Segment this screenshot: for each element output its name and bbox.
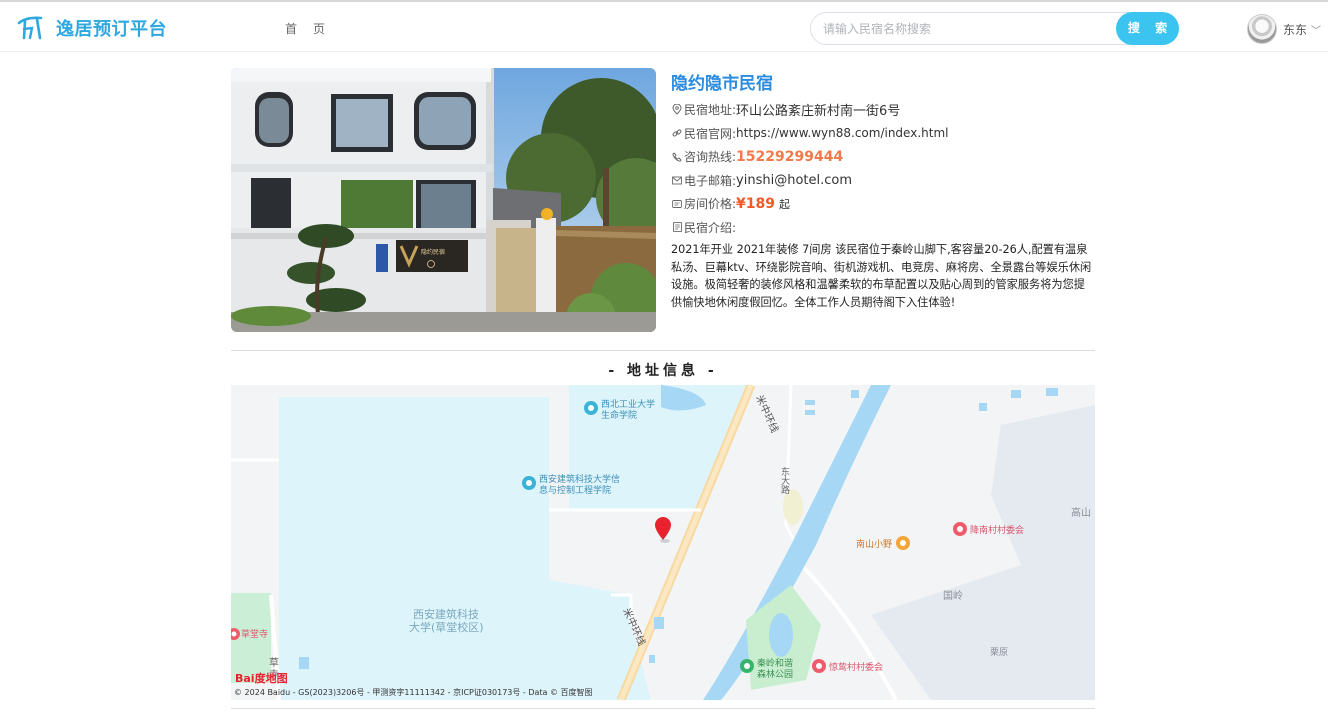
intro-label: 民宿介绍:: [684, 220, 737, 235]
price-label: 房间价格:: [684, 197, 737, 212]
chevron-down-icon[interactable]: ﹀: [1311, 22, 1321, 37]
email-label: 电子邮箱:: [684, 173, 737, 188]
map-label: 国岭: [943, 589, 963, 602]
address-value: 环山公路紊庄新村南一街6号: [736, 104, 901, 120]
user-name[interactable]: 东东: [1283, 21, 1307, 38]
mail-icon: [671, 174, 683, 186]
brand-name: 逸居预订平台: [56, 19, 167, 40]
poi-pin-icon: [953, 522, 967, 536]
hotel-description: 2021年开业 2021年装修 7间房 该民宿位于秦岭山脚下,客容量20-26人…: [671, 243, 1092, 309]
brand-logo[interactable]: 逸居预订平台: [16, 14, 167, 42]
map-label: 草堂寺: [241, 628, 268, 640]
baidu-map-logo: Bai度地图: [235, 671, 288, 685]
search-input[interactable]: [823, 19, 1113, 39]
map-label: 息与控制工程学院: [539, 484, 611, 496]
location-pin-icon: [671, 104, 683, 116]
user-menu[interactable]: 东东 ﹀: [1247, 14, 1321, 44]
address-section-title: - 地址信息 -: [608, 363, 718, 379]
map-label: 西北工业大学: [601, 398, 655, 410]
website-link[interactable]: https://www.wyn88.com/index.html: [736, 126, 948, 140]
phone-row: 咨询热线: 15229299444: [671, 145, 1096, 169]
map-label: 西安建筑科技大学信: [539, 473, 620, 485]
nav-home-link[interactable]: 首页: [285, 20, 341, 37]
phone-label: 咨询热线:: [684, 150, 737, 165]
website-row: 民宿官网: https://www.wyn88.com/index.html: [671, 122, 1096, 146]
price-value: ¥189: [736, 195, 776, 212]
link-icon: [671, 127, 683, 139]
poi-pin-icon: [812, 659, 826, 673]
map-copyright: © 2024 Baidu - GS(2023)3206号 - 甲测资字11111…: [234, 687, 593, 697]
chair-logo-icon: [17, 16, 43, 40]
search-button[interactable]: 搜 索: [1116, 12, 1179, 45]
map-label: 草: [269, 657, 279, 669]
map-label: 南山小野: [856, 538, 892, 550]
avatar[interactable]: [1247, 14, 1277, 44]
map-label: 降南村村委会: [970, 524, 1024, 536]
email-value: yinshi@hotel.com: [736, 172, 853, 188]
document-icon: [671, 221, 683, 233]
hotel-photo: 隐约民宿: [231, 68, 656, 332]
map-label: 栗原: [990, 647, 1008, 658]
poi-pin-icon: [896, 536, 910, 550]
map-label: 大学(草堂校区): [409, 620, 484, 634]
intro-row: 民宿介绍:: [671, 216, 1096, 240]
map-label: 秦岭和谐: [757, 657, 793, 669]
map-label: 东大路: [779, 466, 790, 495]
poi-pin-icon: [740, 659, 754, 673]
price-row: 房间价格: ¥189 起: [671, 192, 1096, 216]
photo-sign-text: 隐约民宿: [421, 248, 445, 256]
search-box: 搜 索: [810, 12, 1179, 45]
hotel-info: 隐约隐市民宿 民宿地址: 环山公路紊庄新村南一街6号 民宿官网: https:/…: [671, 72, 1096, 311]
hotel-name: 隐约隐市民宿: [671, 74, 773, 94]
map-label: 高山: [1071, 506, 1091, 519]
price-tag-icon: [671, 198, 683, 210]
website-label: 民宿官网:: [684, 126, 737, 141]
price-unit: 起: [779, 197, 791, 211]
map-label: 森林公园: [757, 668, 793, 680]
location-map[interactable]: 西北工业大学 生命学院 西安建筑科技大学信 息与控制工程学院 西安建筑科技 大学…: [231, 385, 1095, 700]
map-label: 惊鸷村村委会: [829, 661, 883, 673]
address-label: 民宿地址:: [684, 103, 737, 118]
email-row: 电子邮箱: yinshi@hotel.com: [671, 169, 1096, 193]
map-label: 西安建筑科技: [413, 607, 479, 621]
address-row: 民宿地址: 环山公路紊庄新村南一街6号: [671, 98, 1096, 122]
bottom-divider: [231, 708, 1095, 709]
map-label: 生命学院: [601, 409, 637, 421]
phone-icon: [671, 151, 683, 163]
phone-value: 15229299444: [736, 148, 844, 165]
top-header: 逸居预订平台 首页 搜 索 东东 ﹀: [0, 2, 1328, 52]
poi-pin-icon: [584, 401, 598, 415]
section-divider: [231, 350, 1095, 351]
poi-pin-icon: [522, 476, 536, 490]
